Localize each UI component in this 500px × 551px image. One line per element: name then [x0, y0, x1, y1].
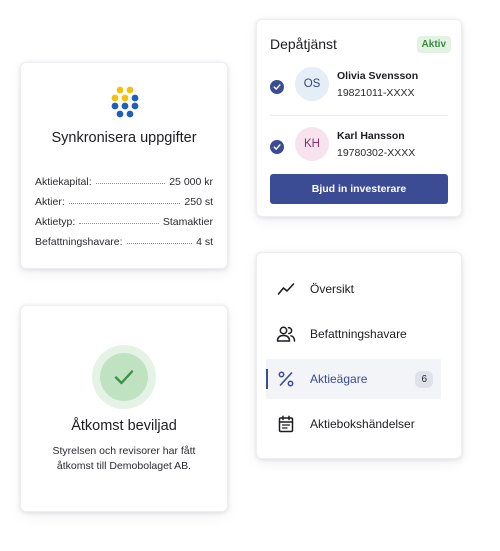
nav-item-label: Aktiebokshändelser — [310, 417, 415, 431]
investor-id: 19780302-XXXX — [337, 147, 416, 159]
nav-item-label: Befattningshavare — [310, 327, 407, 341]
avatar: OS — [295, 67, 329, 101]
nav-item-label: Översikt — [310, 282, 355, 296]
access-card: Åtkomst beviljad Styrelsen och revisorer… — [20, 305, 228, 512]
nav-item-aktieagare[interactable]: Aktieägare 6 — [266, 359, 441, 399]
nav-item-oversikt[interactable]: Översikt — [266, 269, 441, 309]
detail-row: Aktietyp: Stamaktier — [35, 208, 213, 228]
invite-investor-button[interactable]: Bjud in investerare — [270, 174, 448, 204]
nav-item-befattningshavare[interactable]: Befattningshavare — [266, 314, 441, 354]
detail-row: Befattningshavare: 4 st — [35, 228, 213, 248]
dotted-leader — [95, 183, 166, 184]
detail-label: Befattningshavare: — [35, 236, 123, 248]
investor-id: 19821011-XXXX — [337, 87, 415, 99]
detail-label: Aktietyp: — [35, 216, 76, 228]
dotted-leader — [126, 243, 193, 244]
sync-details: Aktiekapital: 25 000 kr Aktier: 250 st A… — [35, 168, 213, 248]
investor-row[interactable]: OS Olivia Svensson 19821011-XXXX — [270, 67, 448, 107]
percent-icon — [276, 369, 296, 389]
navigation-card: Översikt Befattningshavare Aktieägare 6 … — [256, 252, 462, 459]
access-description: Styrelsen och revisorer har fått åtkomst… — [52, 445, 196, 472]
dotted-leader — [68, 203, 181, 204]
investor-name: Olivia Svensson — [337, 70, 419, 82]
checkmark-icon — [100, 353, 148, 401]
detail-value: 250 st — [184, 196, 213, 208]
nav-item-label: Aktieägare — [310, 372, 368, 386]
detail-value: 4 st — [196, 236, 213, 248]
investor-name: Karl Hansson — [337, 130, 405, 142]
detail-row: Aktier: 250 st — [35, 188, 213, 208]
calendar-icon — [276, 414, 296, 434]
detail-value: 25 000 kr — [169, 176, 213, 188]
access-title: Åtkomst beviljad — [71, 418, 177, 434]
count-badge: 6 — [415, 370, 433, 388]
detail-label: Aktier: — [35, 196, 65, 208]
people-icon — [276, 324, 296, 344]
sync-title: Synkronisera uppgifter — [51, 130, 197, 146]
dotted-leader — [79, 223, 159, 224]
company-logo — [111, 86, 139, 118]
sync-card: Synkronisera uppgifter Aktiekapital: 25 … — [20, 62, 228, 269]
status-badge: Aktiv — [416, 36, 451, 53]
nav-item-aktiebokshandelser[interactable]: Aktiebokshändelser — [266, 404, 441, 444]
detail-label: Aktiekapital: — [35, 176, 92, 188]
depot-title: Depåtjänst — [270, 36, 337, 52]
checkbox-checked-icon[interactable] — [270, 140, 284, 154]
checkbox-checked-icon[interactable] — [270, 80, 284, 94]
trend-line-icon — [276, 279, 296, 299]
detail-value: Stamaktier — [162, 216, 213, 228]
divider — [270, 115, 448, 116]
depot-card: Depåtjänst Aktiv OS Olivia Svensson 1982… — [256, 19, 462, 217]
detail-row: Aktiekapital: 25 000 kr — [35, 168, 213, 188]
avatar: KH — [295, 127, 329, 161]
investor-row[interactable]: KH Karl Hansson 19780302-XXXX — [270, 127, 448, 167]
